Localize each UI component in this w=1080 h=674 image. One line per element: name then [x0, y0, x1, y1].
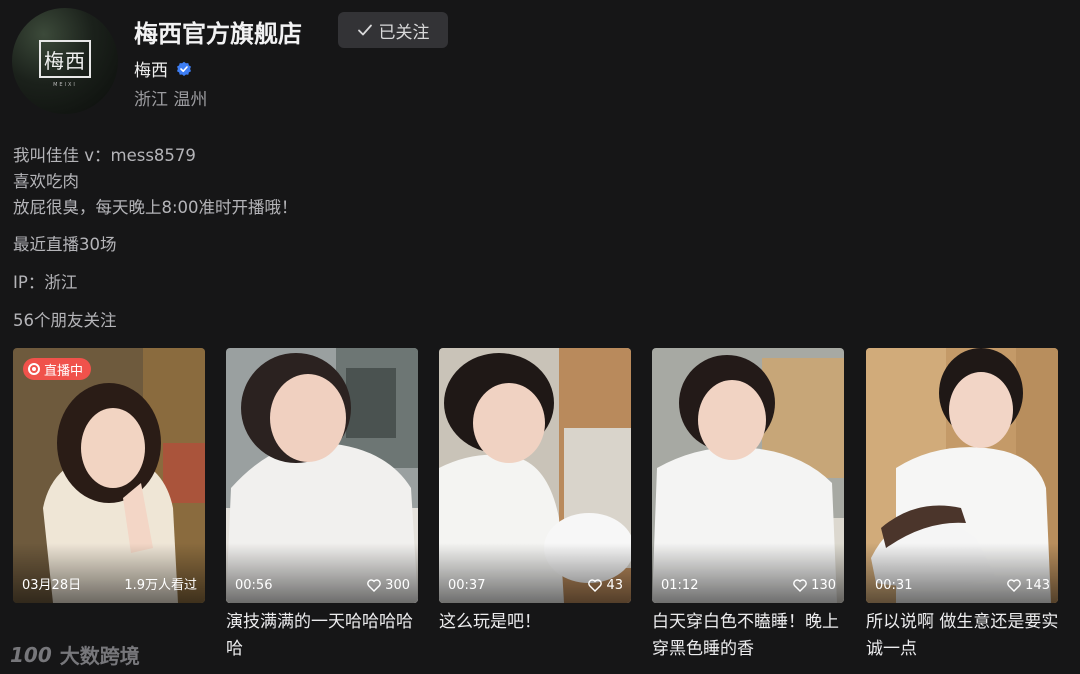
video-caption[interactable]: 所以说啊 做生意还是要实诚一点 — [866, 609, 1062, 663]
bio-line-3: 放屁很臭，每天晚上8:00准时开播哦！ — [13, 198, 298, 217]
ip-location: IP：浙江 — [13, 273, 78, 292]
bio-line-2: 喜欢吃肉 — [13, 172, 79, 191]
live-badge-label: 直播中 — [44, 363, 84, 379]
video-duration: 00:37 — [448, 578, 486, 593]
video-card[interactable]: 01:12 130 — [652, 348, 844, 603]
location: 浙江 温州 — [134, 90, 208, 110]
live-date: 03月28日 — [22, 578, 82, 593]
likes-count: 300 — [385, 578, 410, 593]
likes-count: 143 — [1025, 578, 1050, 593]
avatar-logo: 梅西 — [39, 40, 91, 78]
shop-name: 梅西官方旗舰店 — [134, 20, 302, 48]
video-duration: 00:31 — [875, 578, 913, 593]
follow-button[interactable]: 已关注 — [338, 12, 448, 48]
nickname: 梅西 — [134, 61, 168, 81]
likes-count: 43 — [606, 578, 623, 593]
video-caption[interactable]: 这么玩是吧！ — [439, 609, 635, 636]
video-duration: 01:12 — [661, 578, 699, 593]
video-card[interactable]: 00:37 43 — [439, 348, 631, 603]
friends-following[interactable]: 56个朋友关注 — [13, 307, 117, 331]
likes-count: 130 — [811, 578, 836, 593]
watermark: 100 大数跨境 — [10, 640, 140, 669]
video-duration: 00:56 — [235, 578, 273, 593]
video-likes: 143 — [1007, 578, 1050, 593]
check-icon — [357, 24, 372, 36]
watermark-text: 大数跨境 — [59, 644, 140, 668]
video-likes: 43 — [588, 578, 623, 593]
shop-avatar[interactable]: 梅西 MEIXI — [12, 8, 118, 114]
video-likes: 300 — [367, 578, 410, 593]
live-badge: 直播中 — [23, 358, 92, 380]
live-count: 最近直播30场 — [13, 235, 117, 254]
video-likes: 130 — [793, 578, 836, 593]
video-card-live[interactable]: 直播中 03月28日 1.9万人看过 — [13, 348, 205, 603]
bio-line-1: 我叫佳佳 v：mess8579 — [13, 146, 196, 165]
watermark-logo: 100 — [10, 642, 52, 667]
live-views: 1.9万人看过 — [124, 578, 197, 593]
follow-button-label: 已关注 — [378, 22, 430, 43]
heart-icon — [588, 579, 603, 592]
heart-icon — [367, 579, 381, 592]
video-card[interactable]: 00:56 300 — [226, 348, 418, 603]
heart-icon — [1007, 579, 1021, 592]
live-icon — [28, 363, 40, 375]
video-caption[interactable]: 演技满满的一天哈哈哈哈哈 — [226, 609, 422, 663]
verified-icon — [177, 61, 191, 76]
video-card[interactable]: 00:31 143 — [866, 348, 1058, 603]
heart-icon — [793, 579, 807, 592]
video-caption[interactable]: 白天穿白色不瞌睡！晚上穿黑色睡的香 — [652, 609, 848, 663]
avatar-logo-subtext: MEIXI — [53, 82, 77, 88]
